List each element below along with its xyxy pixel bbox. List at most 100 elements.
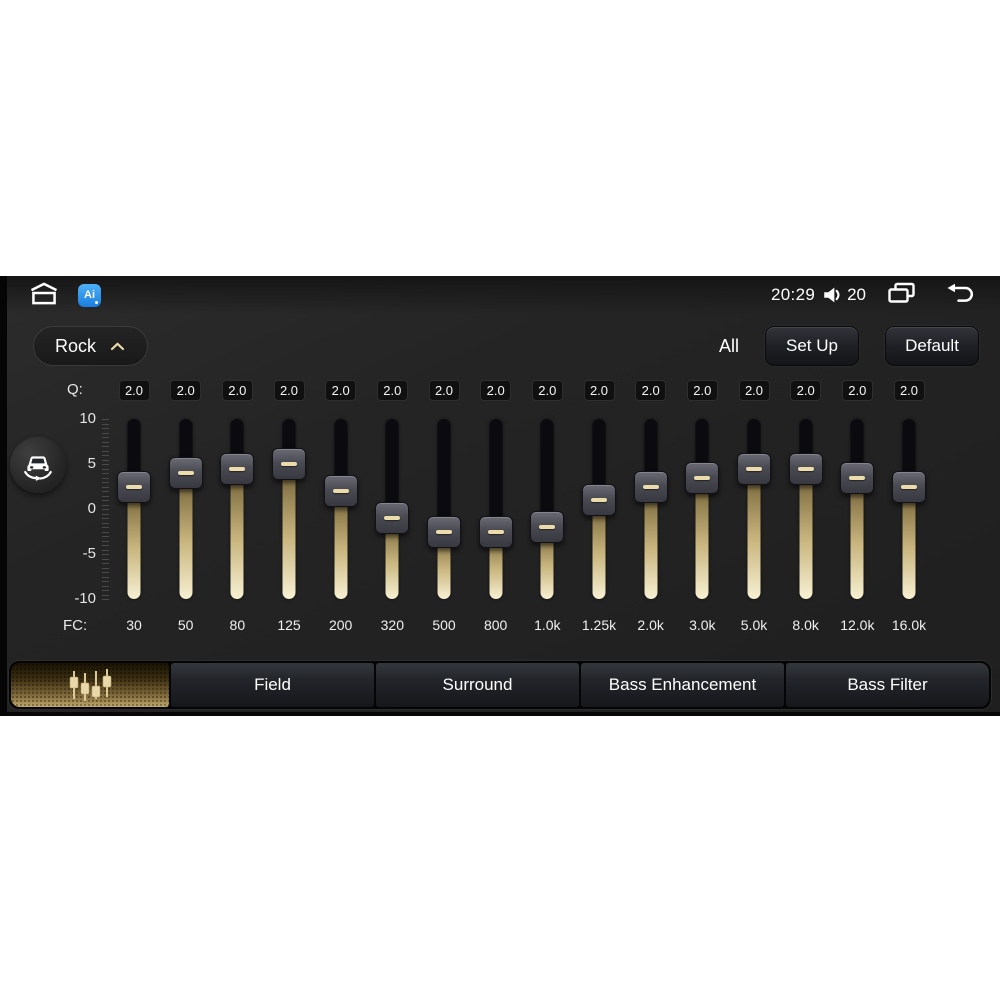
- slider-handle[interactable]: [220, 452, 255, 485]
- axis-label: -10: [74, 590, 96, 607]
- head-unit-screen: Ai 20:29 20 Rock All Set Up Default Q: F…: [0, 276, 1000, 716]
- back-icon: [943, 282, 978, 308]
- fc-value: 1.0k: [534, 617, 561, 633]
- slider-handle[interactable]: [840, 461, 875, 494]
- gain-slider[interactable]: [323, 419, 359, 599]
- slider-handle[interactable]: [117, 470, 151, 503]
- band-column: 2.0 320: [366, 380, 418, 640]
- q-value[interactable]: 2.0: [841, 380, 873, 401]
- status-bar-left: Ai: [26, 281, 101, 309]
- q-value[interactable]: 2.0: [221, 380, 253, 401]
- recents-button[interactable]: [886, 282, 917, 308]
- slider-handle[interactable]: [272, 448, 306, 480]
- tab-equalizer[interactable]: [11, 663, 169, 707]
- tab-bass-enhancement[interactable]: Bass Enhancement: [581, 663, 784, 707]
- gain-slider[interactable]: [633, 419, 669, 599]
- gain-slider[interactable]: [684, 419, 720, 599]
- slider-handle[interactable]: [478, 515, 513, 548]
- back-button[interactable]: [943, 282, 978, 308]
- tab-surround[interactable]: Surround: [376, 663, 579, 707]
- q-value[interactable]: 2.0: [686, 380, 718, 401]
- slider-fill: [282, 464, 296, 599]
- q-value[interactable]: 2.0: [376, 380, 408, 401]
- slider-fill: [799, 468, 813, 599]
- slider-handle[interactable]: [375, 502, 410, 534]
- ai-assistant-button[interactable]: Ai: [78, 283, 101, 307]
- slider-handle[interactable]: [323, 475, 358, 507]
- gain-slider[interactable]: [374, 419, 410, 599]
- q-value[interactable]: 2.0: [118, 380, 150, 401]
- slider-fill: [179, 473, 193, 599]
- band-column: 2.0 80: [211, 380, 263, 640]
- fc-row-label: FC:: [63, 617, 88, 634]
- q-value[interactable]: 2.0: [170, 380, 202, 401]
- slider-handle[interactable]: [168, 457, 203, 489]
- setup-button[interactable]: Set Up: [765, 326, 859, 366]
- gain-slider[interactable]: [116, 419, 152, 599]
- slider-handle[interactable]: [427, 515, 461, 548]
- slider-handle[interactable]: [737, 452, 771, 485]
- slider-handle[interactable]: [530, 511, 565, 543]
- q-value[interactable]: 2.0: [583, 380, 615, 401]
- status-bar-right: 20:29 20: [771, 282, 984, 308]
- axis-label: 0: [87, 500, 96, 517]
- gain-slider[interactable]: [219, 419, 255, 599]
- fc-value: 3.0k: [689, 617, 716, 633]
- home-button[interactable]: [26, 281, 62, 309]
- fc-value: 50: [177, 617, 194, 633]
- fc-value: 2.0k: [637, 617, 664, 633]
- q-value[interactable]: 2.0: [893, 380, 925, 401]
- gain-slider[interactable]: [891, 419, 927, 599]
- band-column: 2.0 30: [108, 380, 160, 640]
- q-value[interactable]: 2.0: [428, 380, 460, 401]
- status-bar: Ai 20:29 20: [0, 276, 1000, 314]
- slider-fill: [230, 468, 244, 599]
- gain-slider[interactable]: [271, 419, 307, 599]
- fc-value: 125: [277, 617, 301, 633]
- gain-slider[interactable]: [788, 419, 824, 599]
- all-button[interactable]: All: [719, 336, 739, 357]
- gain-slider[interactable]: [529, 419, 565, 599]
- bottom-tab-bar: Field Surround Bass Enhancement Bass Fil…: [8, 660, 992, 710]
- q-value[interactable]: 2.0: [738, 380, 770, 401]
- gain-slider[interactable]: [736, 419, 772, 599]
- tab-bass-filter[interactable]: Bass Filter: [786, 663, 989, 707]
- band-column: 2.0 800: [470, 380, 522, 640]
- slider-fill: [644, 486, 658, 599]
- band-column: 2.0 5.0k: [728, 380, 780, 640]
- axis-label: -5: [82, 545, 96, 562]
- band-column: 2.0 8.0k: [780, 380, 832, 640]
- q-value[interactable]: 2.0: [790, 380, 822, 401]
- band-column: 2.0 3.0k: [676, 380, 728, 640]
- equalizer-sliders-icon: [64, 668, 116, 702]
- gain-slider[interactable]: [168, 419, 204, 599]
- band-column: 2.0 200: [315, 380, 367, 640]
- slider-handle[interactable]: [892, 470, 926, 503]
- slider-fill: [127, 486, 141, 599]
- default-button[interactable]: Default: [885, 326, 979, 366]
- axis-label: 10: [79, 410, 96, 427]
- gain-slider[interactable]: [426, 419, 462, 599]
- fc-value: 12.0k: [840, 617, 875, 633]
- preset-dropdown[interactable]: Rock: [33, 326, 148, 366]
- band-column: 2.0 50: [160, 380, 212, 640]
- q-value[interactable]: 2.0: [531, 380, 563, 401]
- q-value[interactable]: 2.0: [635, 380, 667, 401]
- recents-icon: [886, 282, 917, 308]
- slider-handle[interactable]: [582, 484, 616, 516]
- gain-slider[interactable]: [839, 419, 875, 599]
- tab-field[interactable]: Field: [171, 663, 374, 707]
- fc-value: 1.25k: [581, 617, 617, 633]
- axis-label: 5: [87, 455, 96, 472]
- q-value[interactable]: 2.0: [273, 380, 305, 401]
- band-column: 2.0 1.0k: [521, 380, 573, 640]
- slider-handle[interactable]: [685, 461, 720, 494]
- slider-handle[interactable]: [633, 470, 668, 503]
- slider-handle[interactable]: [788, 452, 823, 485]
- q-value[interactable]: 2.0: [325, 380, 357, 401]
- gain-slider[interactable]: [478, 419, 514, 599]
- fc-value: 16.0k: [891, 617, 927, 633]
- q-value[interactable]: 2.0: [480, 380, 512, 401]
- volume-icon: [821, 284, 844, 306]
- gain-slider[interactable]: [581, 419, 617, 599]
